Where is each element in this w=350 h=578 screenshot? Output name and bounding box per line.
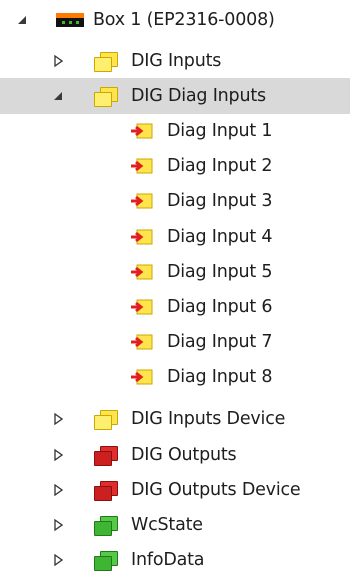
yellow-folder-icon [94, 410, 118, 430]
tree-leaf-label: Diag Input 2 [167, 156, 273, 176]
tree-node-label: DIG Outputs [131, 445, 237, 465]
tree-node-label: DIG Inputs [131, 51, 222, 71]
expand-arrow-icon[interactable] [51, 412, 65, 426]
tree-node-label: InfoData [131, 550, 205, 570]
tree-node-dig-diag-inputs[interactable]: DIG Diag Inputs [0, 78, 350, 114]
input-variable-icon [131, 369, 153, 390]
tree-node-label: DIG Outputs Device [131, 480, 301, 500]
input-variable-icon [131, 123, 153, 144]
tree-leaf-diag-input-5[interactable]: Diag Input 5 [0, 254, 350, 290]
tree-node-label: WcState [131, 515, 203, 535]
input-variable-icon [131, 299, 153, 320]
red-folder-icon [94, 446, 118, 466]
tree-leaf-diag-input-7[interactable]: Diag Input 7 [0, 324, 350, 360]
collapse-arrow-icon[interactable] [51, 89, 65, 103]
tree-leaf-label: Diag Input 1 [167, 121, 273, 141]
input-variable-icon [131, 264, 153, 285]
tree-node-wcstate[interactable]: WcState [0, 507, 350, 543]
tree-leaf-label: Diag Input 6 [167, 297, 273, 317]
collapse-arrow-icon[interactable] [15, 13, 29, 27]
expand-arrow-icon[interactable] [51, 483, 65, 497]
tree-view: Box 1 (EP2316-0008) DIG Inputs DIG Diag … [0, 0, 350, 573]
box-device-icon [56, 13, 84, 27]
yellow-folder-icon [94, 52, 118, 72]
expand-arrow-icon[interactable] [51, 54, 65, 68]
tree-leaf-label: Diag Input 7 [167, 332, 273, 352]
tree-leaf-label: Diag Input 4 [167, 227, 273, 247]
tree-node-dig-inputs[interactable]: DIG Inputs [0, 43, 350, 79]
expand-arrow-icon[interactable] [51, 553, 65, 567]
tree-node-box1[interactable]: Box 1 (EP2316-0008) [0, 2, 350, 38]
tree-node-label: Box 1 (EP2316-0008) [93, 10, 275, 30]
tree-leaf-diag-input-2[interactable]: Diag Input 2 [0, 148, 350, 184]
green-folder-icon [94, 516, 118, 536]
tree-leaf-diag-input-4[interactable]: Diag Input 4 [0, 219, 350, 255]
expand-arrow-icon[interactable] [51, 448, 65, 462]
green-folder-icon [94, 551, 118, 571]
input-variable-icon [131, 334, 153, 355]
tree-leaf-label: Diag Input 5 [167, 262, 273, 282]
tree-node-dig-inputs-device[interactable]: DIG Inputs Device [0, 401, 350, 437]
tree-leaf-diag-input-8[interactable]: Diag Input 8 [0, 359, 350, 395]
tree-leaf-label: Diag Input 8 [167, 367, 273, 387]
red-folder-icon [94, 481, 118, 501]
tree-leaf-label: Diag Input 3 [167, 191, 273, 211]
tree-node-label: DIG Diag Inputs [131, 86, 266, 106]
input-variable-icon [131, 193, 153, 214]
tree-node-dig-outputs-device[interactable]: DIG Outputs Device [0, 472, 350, 508]
input-variable-icon [131, 229, 153, 250]
tree-node-dig-outputs[interactable]: DIG Outputs [0, 437, 350, 473]
tree-leaf-diag-input-6[interactable]: Diag Input 6 [0, 289, 350, 325]
input-variable-icon [131, 158, 153, 179]
tree-leaf-diag-input-1[interactable]: Diag Input 1 [0, 113, 350, 149]
expand-arrow-icon[interactable] [51, 518, 65, 532]
yellow-folder-icon [94, 87, 118, 107]
tree-leaf-diag-input-3[interactable]: Diag Input 3 [0, 183, 350, 219]
tree-node-label: DIG Inputs Device [131, 409, 286, 429]
